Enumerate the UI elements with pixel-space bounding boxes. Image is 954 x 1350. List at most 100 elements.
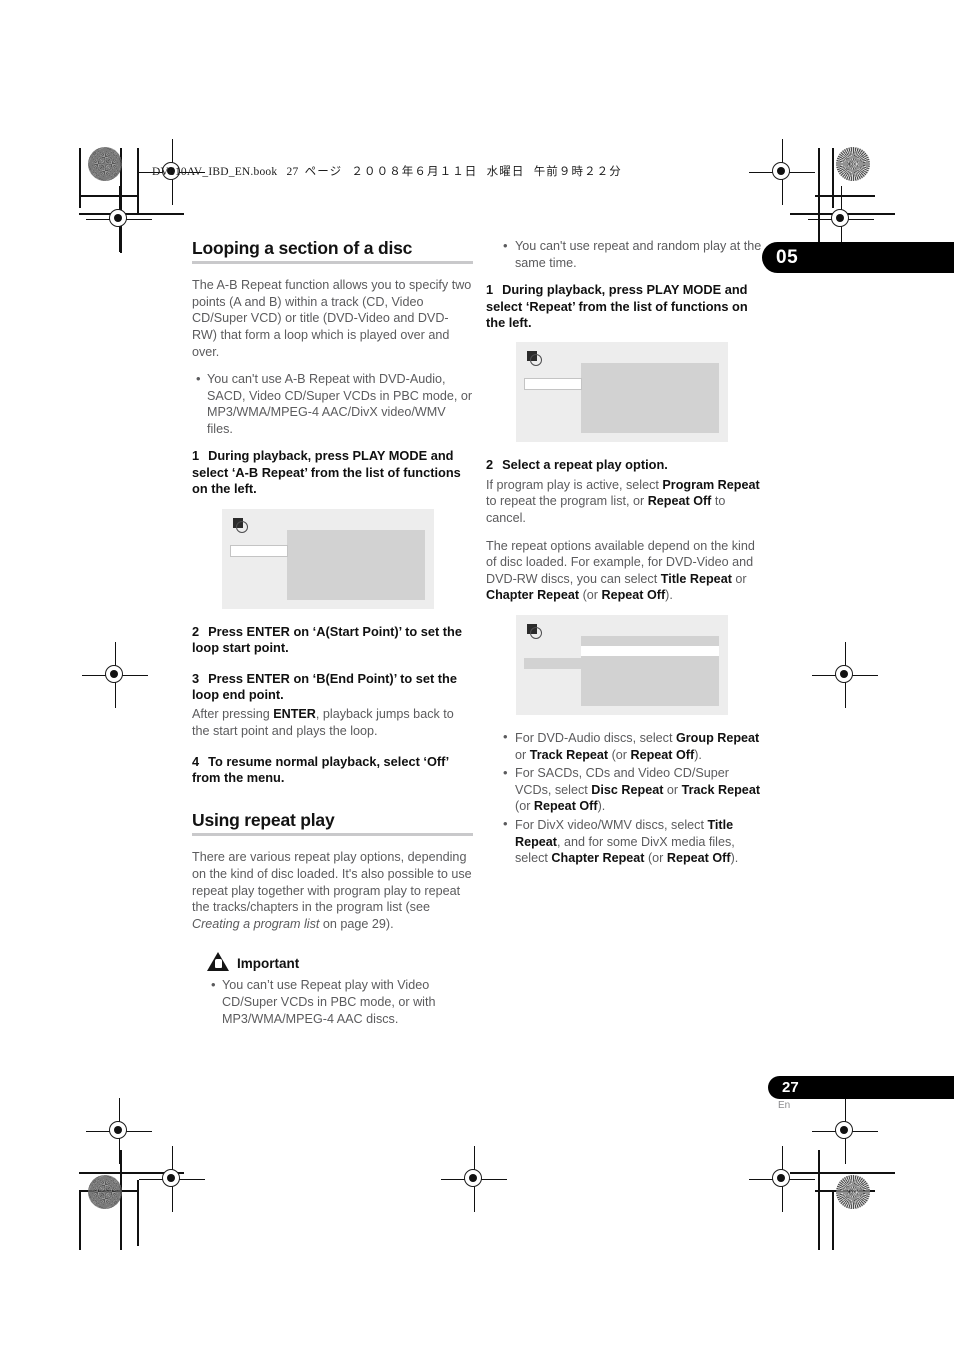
page-language-code: En <box>778 1100 791 1111</box>
intro-bullet-list: You can't use A-B Repeat with DVD-Audio,… <box>192 371 473 437</box>
osd-panel <box>581 363 719 434</box>
text-c: or <box>515 747 530 762</box>
important-body: You can’t use Repeat play with Video CD/… <box>207 977 473 1027</box>
cross-reference-title: Creating a program list <box>192 916 320 931</box>
note-pre: After pressing <box>192 707 274 722</box>
text-c: or <box>731 571 747 586</box>
important-label: Important <box>237 956 300 972</box>
step-1: 1 During playback, press PLAY MODE and se… <box>486 282 767 331</box>
term-2: Track Repeat <box>529 747 609 762</box>
crop-mark <box>120 148 122 253</box>
book-filename: DV610AV_IBD_EN.book <box>152 166 278 178</box>
text-a: For DivX video/WMV discs, select <box>515 817 708 832</box>
book-page-unit: ページ <box>304 166 343 178</box>
halftone-patch <box>88 1175 122 1209</box>
program-repeat-paragraph: If program play is active, select Progra… <box>486 477 767 527</box>
list-item: For SACDs, CDs and Video CD/Super VCDs, … <box>503 765 767 815</box>
repeat-options-paragraph: The repeat options available depend on t… <box>486 538 767 604</box>
text-d: (or <box>579 588 602 603</box>
term-3: Repeat Off <box>533 799 598 814</box>
book-header-line: DV610AV_IBD_EN.book 27 ページ ２００８年６月１１日 水曜… <box>152 163 622 179</box>
heading-rule <box>192 833 473 837</box>
list-item: For DivX video/WMV discs, select Title R… <box>503 816 767 867</box>
page-number: 27 <box>782 1078 799 1096</box>
step-2: 2 Press ENTER on ‘A(Start Point)’ to set … <box>192 624 473 657</box>
registration-mark <box>441 1146 507 1212</box>
step-text: During playback, press PLAY MODE and sel… <box>486 282 748 330</box>
term-2: Chapter Repeat <box>551 851 645 866</box>
osd-figure-ab-repeat <box>222 508 434 609</box>
page-title: Looping a section of a disc <box>192 238 413 258</box>
chapter-number: 05 <box>776 247 799 268</box>
registration-mark <box>86 1098 152 1164</box>
registration-mark <box>86 186 152 252</box>
crop-mark <box>818 148 820 253</box>
crop-mark <box>79 1190 139 1192</box>
term-1: Group Repeat <box>675 730 760 745</box>
step-2: 2 Select a repeat play option. <box>486 457 767 473</box>
important-heading: Important <box>207 952 473 972</box>
chapter-tab: 05 <box>762 242 954 273</box>
registration-mark <box>749 139 815 205</box>
term-program-repeat: Program Repeat <box>662 477 760 492</box>
term-3: Repeat Off <box>630 747 695 762</box>
book-date: ２００８年６月１１日 <box>351 166 478 178</box>
crop-mark <box>79 213 184 215</box>
step-1: 1 During playback, press PLAY MODE and se… <box>192 448 473 497</box>
book-page-number: 27 <box>286 166 299 178</box>
step-3: 3 Press ENTER on ‘B(End Point)’ to set th… <box>192 671 473 704</box>
text-a: If program play is active, select <box>486 477 663 492</box>
text-c: to repeat the program list, or <box>486 494 648 509</box>
text-d: (or <box>608 747 631 762</box>
book-time: 午前９時２２分 <box>533 166 622 178</box>
list-item: You can't use repeat and random play at … <box>503 237 767 271</box>
crop-mark <box>832 1190 834 1250</box>
step-number: 2 <box>486 457 494 473</box>
top-bullet-list: You can't use repeat and random play at … <box>486 237 767 271</box>
step-number: 2 <box>192 623 200 639</box>
crop-mark <box>79 195 139 197</box>
text-e: ). <box>694 747 702 762</box>
disc-osd-icon <box>233 517 249 534</box>
step-3-note: After pressing ENTER, playback jumps bac… <box>192 706 473 739</box>
step-number: 3 <box>192 670 200 686</box>
disc-osd-icon <box>527 351 543 367</box>
step-text: Select a repeat play option. <box>502 457 668 473</box>
registration-mark <box>812 1098 878 1164</box>
crop-mark <box>790 1172 895 1174</box>
heading-rule <box>192 261 473 265</box>
term-1: Disc Repeat <box>591 782 664 797</box>
crop-mark <box>790 213 895 215</box>
crop-mark <box>79 1172 184 1174</box>
right-column: You can't use repeat and random play at … <box>486 237 767 878</box>
crop-mark <box>137 148 139 214</box>
term-repeat-off: Repeat Off <box>601 588 666 603</box>
crop-mark <box>137 1180 139 1246</box>
text-e: ). <box>730 851 739 866</box>
note-bold: ENTER <box>273 707 316 722</box>
crop-mark <box>818 1150 820 1250</box>
list-item: You can't use A-B Repeat with DVD-Audio,… <box>196 371 473 437</box>
text-d: (or <box>515 799 534 814</box>
section-title-repeat-play: Using repeat play <box>192 810 335 831</box>
step-text: Press ENTER on ‘A(Start Point)’ to set t… <box>192 623 462 656</box>
halftone-patch <box>836 1175 870 1209</box>
osd-panel <box>287 529 425 600</box>
term-2: Track Repeat <box>681 782 761 797</box>
term-title-repeat: Title Repeat <box>660 571 732 586</box>
halftone-patch <box>836 147 870 181</box>
registration-mark <box>82 642 148 708</box>
step-number: 4 <box>192 753 200 769</box>
registration-mark <box>812 642 878 708</box>
term-3: Repeat Off <box>666 851 731 866</box>
list-item: You can’t use Repeat play with Video CD/… <box>211 977 473 1027</box>
intro-paragraph: The A-B Repeat function allows you to sp… <box>192 278 472 359</box>
halftone-patch <box>88 147 122 181</box>
term-chapter-repeat: Chapter Repeat <box>486 588 580 603</box>
disc-type-bullet-list: For DVD-Audio discs, select Group Repeat… <box>486 729 767 867</box>
text-d: (or <box>644 851 667 866</box>
step-text: To resume normal playback, select ‘Off’ … <box>192 753 449 785</box>
osd-selection-bar <box>524 378 582 391</box>
book-weekday: 水曜日 <box>486 166 525 178</box>
intro-pre: There are various repeat play options, d… <box>192 850 472 915</box>
